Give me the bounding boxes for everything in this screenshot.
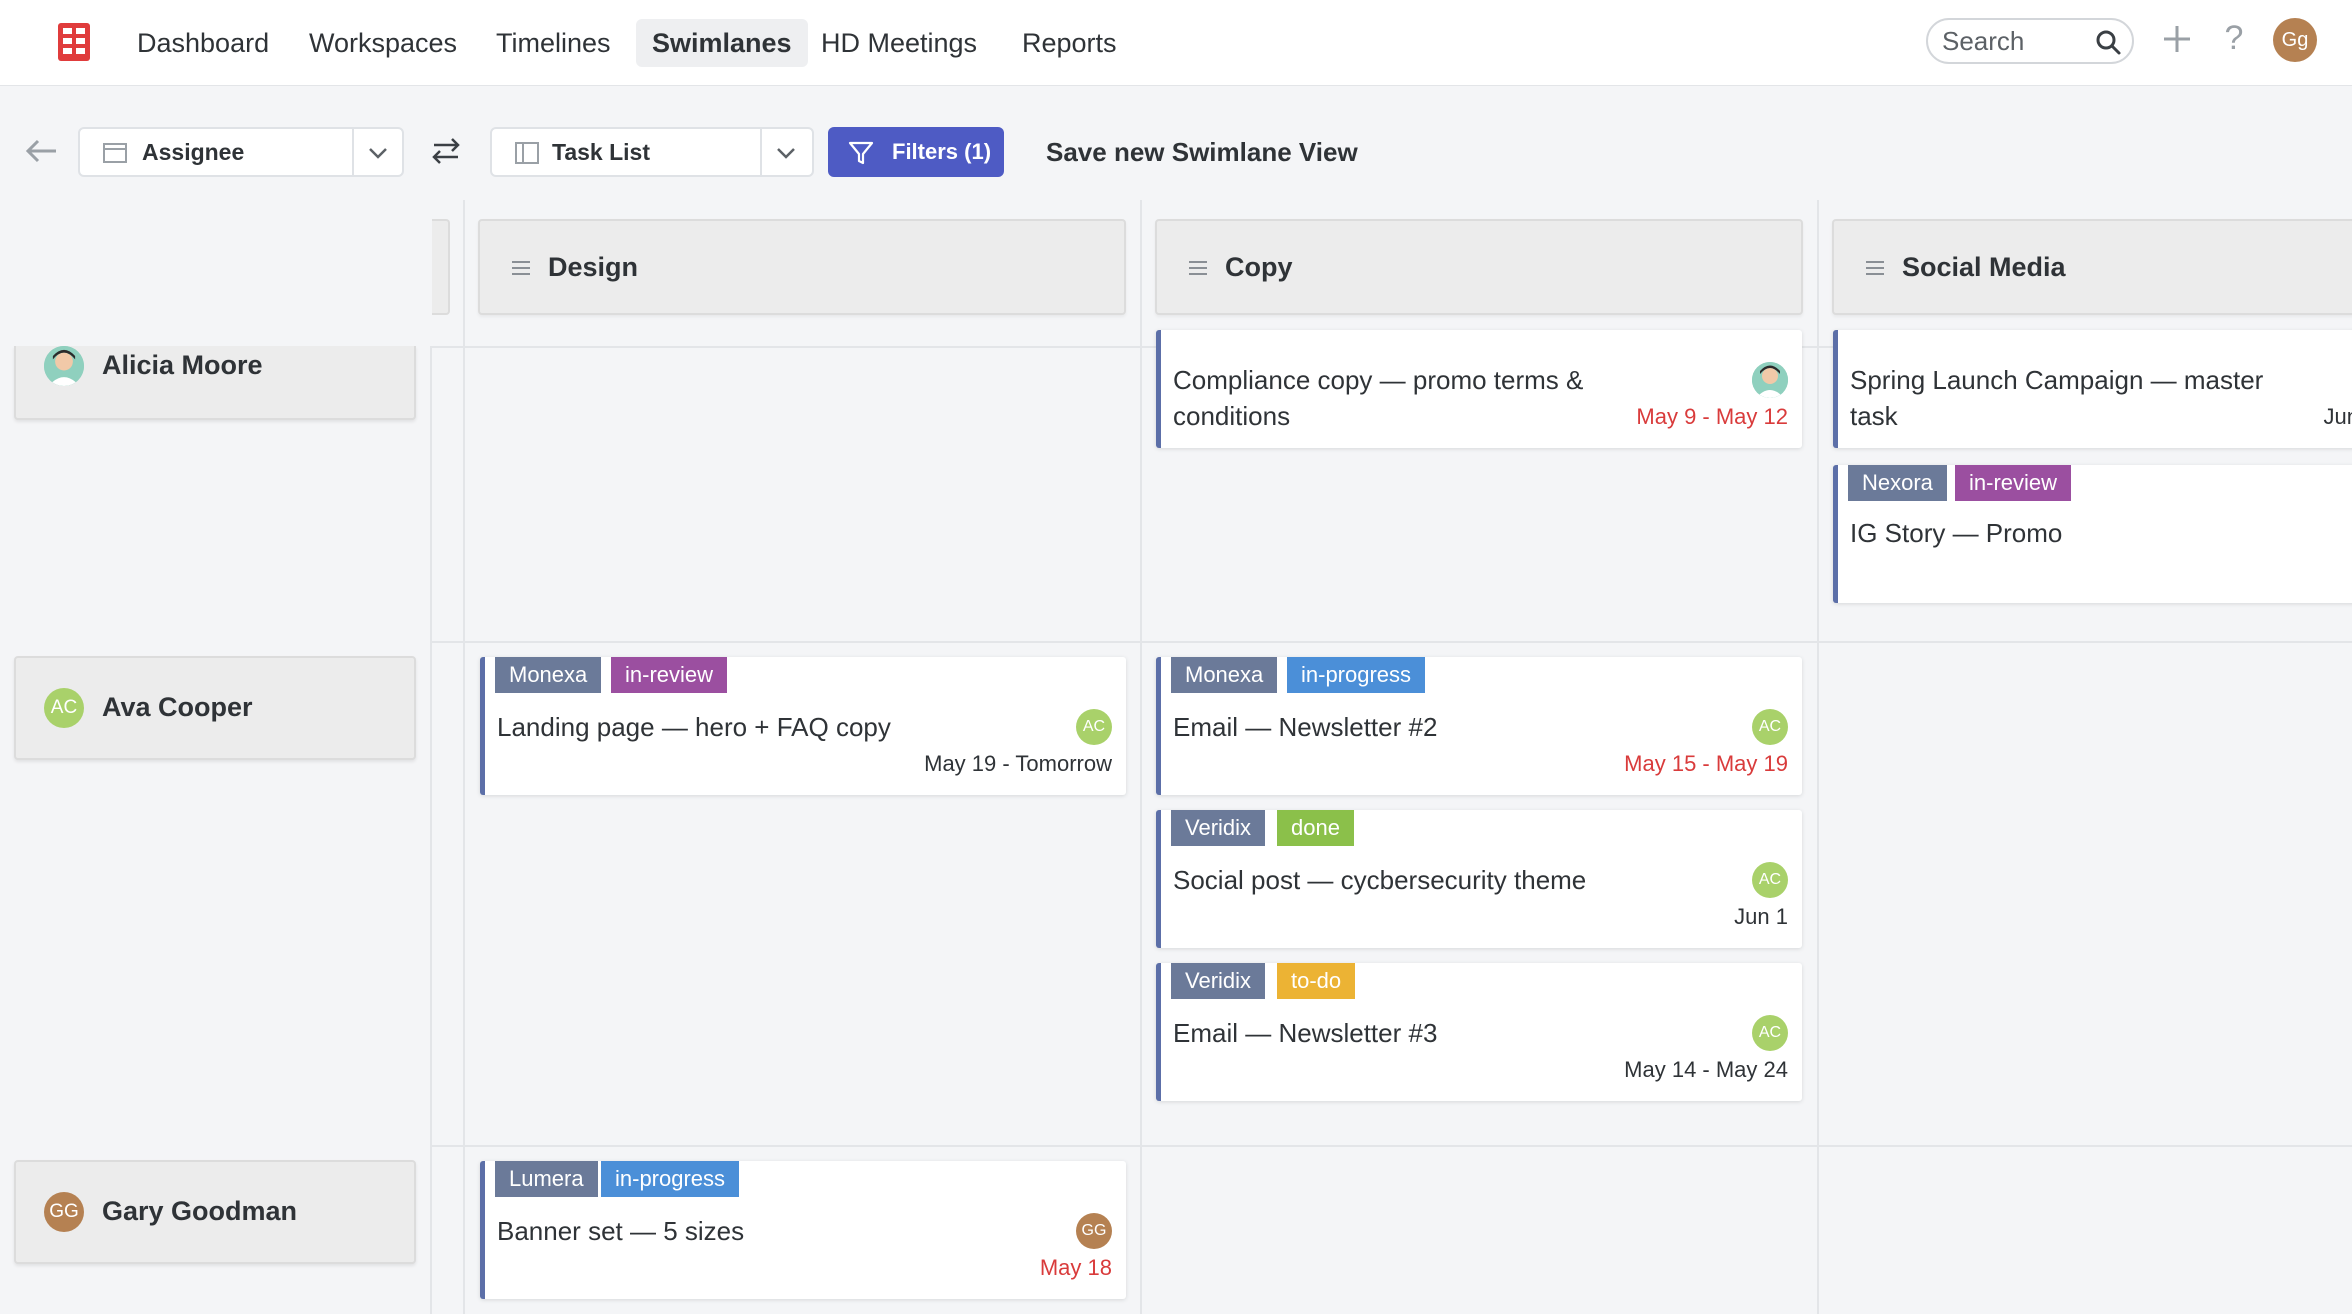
- due-date: Jun 1: [1734, 904, 1788, 929]
- nav-workspaces[interactable]: Workspaces: [293, 19, 473, 67]
- due-date: May 9 - May 12: [1636, 404, 1788, 429]
- nav-hd-meetings[interactable]: HD Meetings: [805, 19, 993, 67]
- column-header-partial: [432, 219, 450, 315]
- task-card[interactable]: Lumera in-progress Banner set — 5 sizes …: [480, 1161, 1126, 1299]
- column-header-copy[interactable]: Copy: [1155, 219, 1803, 315]
- task-card[interactable]: Compliance copy — promo terms & conditio…: [1156, 330, 1802, 448]
- task-title: Banner set — 5 sizes: [497, 1216, 745, 1246]
- app-logo-icon[interactable]: [56, 19, 92, 65]
- search-input[interactable]: Search: [1926, 18, 2134, 64]
- assignee-avatar[interactable]: AC: [1752, 709, 1788, 745]
- due-date: Jun: [2323, 404, 2352, 429]
- status-tag[interactable]: in-progress: [601, 1161, 740, 1197]
- select-divider: [760, 129, 762, 175]
- person-photo-icon: [44, 346, 84, 386]
- task-card[interactable]: Nexora in-review IG Story — Promo: [1833, 465, 2352, 603]
- assignee-avatar: [44, 346, 84, 386]
- select-divider: [352, 129, 354, 175]
- row-divider: [432, 1145, 2352, 1147]
- user-avatar[interactable]: Gg: [2273, 18, 2317, 62]
- client-tag[interactable]: Monexa: [1171, 657, 1278, 693]
- client-tag[interactable]: Monexa: [495, 657, 602, 693]
- column-header-design[interactable]: Design: [478, 219, 1126, 315]
- task-card[interactable]: Monexa in-progress Email — Newsletter #2…: [1156, 657, 1802, 795]
- due-date: May 14 - May 24: [1624, 1057, 1788, 1082]
- due-date: May 15 - May 19: [1624, 751, 1788, 776]
- task-list-icon: [515, 142, 539, 164]
- nav-swimlanes[interactable]: Swimlanes: [636, 19, 808, 67]
- nav-timelines[interactable]: Timelines: [480, 19, 627, 67]
- task-title: Spring Launch Campaign — master task: [1850, 365, 2264, 431]
- task-title: IG Story — Promo: [1850, 518, 2063, 548]
- row-header-alicia-moore[interactable]: Alicia Moore: [14, 346, 416, 420]
- assignee-avatar: AC: [44, 688, 84, 728]
- client-tag[interactable]: Lumera: [495, 1161, 598, 1197]
- filters-button[interactable]: Filters (1): [828, 127, 1004, 177]
- status-tag[interactable]: in-review: [611, 657, 728, 693]
- assignee-avatar[interactable]: AC: [1752, 862, 1788, 898]
- help-icon[interactable]: ?: [2218, 16, 2250, 60]
- assignee-avatar[interactable]: GG: [1076, 1213, 1112, 1249]
- task-title: Email — Newsletter #2: [1173, 712, 1438, 742]
- task-title: Compliance copy — promo terms & conditio…: [1173, 365, 1584, 431]
- search-icon[interactable]: [2094, 28, 2122, 56]
- chevron-down-icon[interactable]: [774, 141, 798, 165]
- add-icon[interactable]: [2158, 20, 2196, 58]
- layout-icon: [103, 143, 127, 163]
- swap-icon[interactable]: [430, 136, 462, 166]
- column-title: Copy: [1225, 252, 1293, 282]
- row-title: Ava Cooper: [102, 692, 253, 722]
- view-type-label: Task List: [552, 139, 650, 165]
- assignee-avatar: GG: [44, 1192, 84, 1232]
- status-tag[interactable]: to-do: [1277, 963, 1356, 999]
- column-header-social-media[interactable]: Social Media: [1832, 219, 2352, 315]
- view-type-select[interactable]: Task List: [490, 127, 814, 177]
- column-title: Design: [548, 252, 639, 282]
- task-card[interactable]: Spring Launch Campaign — master task Jun: [1833, 330, 2352, 448]
- row-header-overlap-mask: [0, 200, 432, 346]
- assignee-avatar[interactable]: [1752, 362, 1788, 398]
- task-card[interactable]: Monexa in-review Landing page — hero + F…: [480, 657, 1126, 795]
- back-arrow-icon[interactable]: [22, 136, 60, 166]
- task-title: Email — Newsletter #3: [1173, 1018, 1438, 1048]
- status-tag[interactable]: done: [1277, 810, 1354, 846]
- task-card[interactable]: Veridix done Social post — cycbersecurit…: [1156, 810, 1802, 948]
- task-title: Landing page — hero + FAQ copy: [497, 712, 891, 742]
- row-title: Alicia Moore: [102, 350, 263, 380]
- status-tag[interactable]: in-progress: [1287, 657, 1426, 693]
- group-by-label: Assignee: [142, 139, 245, 165]
- group-by-select[interactable]: Assignee: [78, 127, 404, 177]
- chevron-down-icon[interactable]: [366, 141, 390, 165]
- top-nav: Dashboard Workspaces Timelines Swimlanes…: [0, 0, 2352, 86]
- row-header-ava-cooper[interactable]: AC Ava Cooper: [14, 656, 416, 760]
- assignee-avatar[interactable]: AC: [1076, 709, 1112, 745]
- row-divider: [432, 641, 2352, 643]
- drag-handle-icon[interactable]: [1864, 259, 1886, 277]
- assignee-avatar[interactable]: AC: [1752, 1015, 1788, 1051]
- client-tag[interactable]: Veridix: [1171, 963, 1266, 999]
- due-date: May 19 - Tomorrow: [924, 751, 1112, 776]
- person-photo-icon: [1752, 362, 1788, 398]
- row-title: Gary Goodman: [102, 1196, 298, 1226]
- task-card[interactable]: Veridix to-do Email — Newsletter #3 AC M…: [1156, 963, 1802, 1101]
- row-header-gary-goodman[interactable]: GG Gary Goodman: [14, 1160, 416, 1264]
- client-tag[interactable]: Nexora: [1848, 465, 1947, 501]
- drag-handle-icon[interactable]: [1187, 259, 1209, 277]
- task-title: Social post — cycbersecurity theme: [1173, 865, 1587, 895]
- column-title: Social Media: [1902, 252, 2066, 282]
- save-swimlane-view-button[interactable]: Save new Swimlane View: [1046, 127, 1358, 177]
- filters-label: Filters (1): [892, 139, 992, 164]
- nav-reports[interactable]: Reports: [1006, 19, 1133, 67]
- drag-handle-icon[interactable]: [510, 259, 532, 277]
- search-placeholder: Search: [1942, 26, 2025, 56]
- status-tag[interactable]: in-review: [1955, 465, 2072, 501]
- client-tag[interactable]: Veridix: [1171, 810, 1266, 846]
- due-date: May 18: [1039, 1255, 1112, 1280]
- nav-dashboard[interactable]: Dashboard: [121, 19, 285, 67]
- filter-icon: [848, 141, 874, 165]
